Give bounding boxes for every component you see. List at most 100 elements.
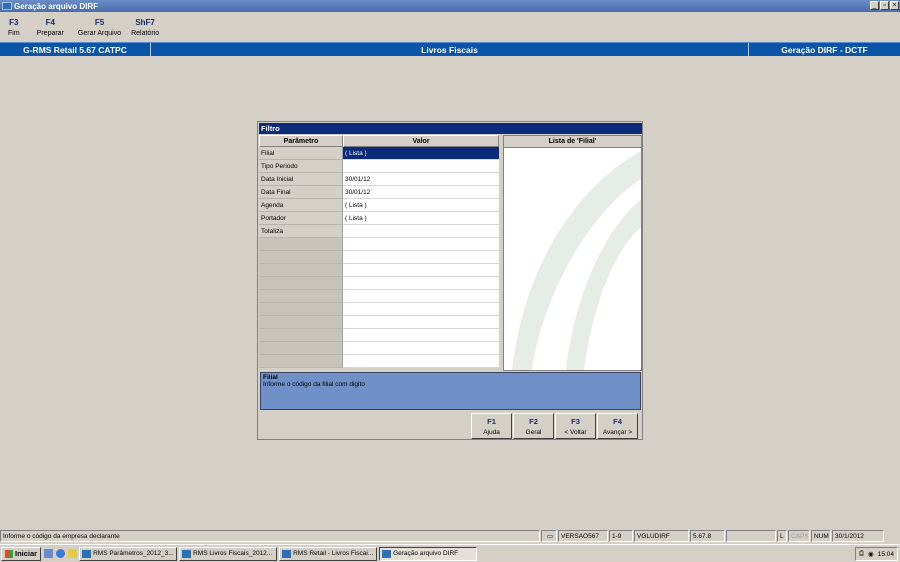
status-build: 5.67.8	[690, 530, 725, 542]
avancar-key: F4	[613, 416, 622, 426]
dialog-title: Filtro	[259, 123, 642, 134]
relatorio-key: ShF7	[135, 17, 155, 27]
value-cell[interactable]: ( Lista )	[343, 147, 499, 160]
table-row[interactable]	[259, 264, 499, 277]
printer-icon[interactable]: ⎙	[859, 550, 864, 558]
table-row[interactable]	[259, 316, 499, 329]
value-cell[interactable]: ( Lista )	[343, 212, 499, 225]
minimize-button[interactable]: _	[870, 1, 879, 10]
relatorio-label: Relatório	[131, 29, 160, 37]
param-cell: Tipo Periodo	[259, 160, 343, 173]
param-cell	[259, 290, 343, 303]
value-cell[interactable]	[343, 225, 499, 238]
param-cell	[259, 277, 343, 290]
value-cell[interactable]	[343, 238, 499, 251]
value-cell[interactable]	[343, 251, 499, 264]
window-titlebar: Geração arquivo DIRF _ ▫ ×	[0, 0, 900, 12]
quicklaunch-folder-icon[interactable]	[68, 549, 78, 558]
watermark-logo	[512, 151, 641, 370]
param-cell: Totaliza	[259, 225, 343, 238]
table-row[interactable]: Totaliza	[259, 225, 499, 238]
value-cell[interactable]	[343, 264, 499, 277]
gerar-arquivo-button[interactable]: F5 Gerar Arquivo	[73, 13, 126, 41]
fim-button[interactable]: F3 Fim	[0, 13, 28, 41]
param-cell	[259, 251, 343, 264]
table-row[interactable]	[259, 355, 499, 368]
table-row[interactable]: Data Final 30/01/12	[259, 186, 499, 199]
help-text: Informe o código da filial com digito	[263, 381, 365, 388]
task-rms-retail[interactable]: RMS Retail - Livros Fiscai...	[279, 546, 378, 561]
geral-label: Geral	[525, 428, 542, 436]
table-row[interactable]: Tipo Periodo	[259, 160, 499, 173]
table-row[interactable]	[259, 342, 499, 355]
value-cell[interactable]	[343, 290, 499, 303]
col-header-param: Parâmetro	[259, 135, 343, 147]
rms-app-icon	[282, 549, 292, 558]
ajuda-label: Ajuda	[483, 428, 500, 436]
table-row[interactable]	[259, 303, 499, 316]
preparar-button[interactable]: F4 Preparar	[28, 13, 73, 41]
taskbar: Iniciar RMS Parâmetros_2012_3... RMS Liv…	[0, 544, 900, 562]
list-title: Lista de 'Filial'	[504, 136, 641, 148]
avancar-button[interactable]: F4 Avançar >	[597, 413, 638, 439]
grid-header: Parâmetro Valor	[259, 135, 499, 147]
windows-logo-icon	[5, 549, 13, 558]
value-cell[interactable]	[343, 303, 499, 316]
param-cell: Data Final	[259, 186, 343, 199]
rms-app-icon	[82, 549, 92, 558]
filial-list-panel[interactable]: Lista de 'Filial'	[503, 135, 642, 371]
value-cell[interactable]	[343, 160, 499, 173]
value-cell[interactable]: 30/01/12	[343, 186, 499, 199]
geral-key: F2	[529, 416, 538, 426]
param-cell	[259, 264, 343, 277]
close-button[interactable]: ×	[890, 1, 899, 10]
value-cell[interactable]	[343, 316, 499, 329]
voltar-button[interactable]: F3 < Voltar	[555, 413, 596, 439]
value-cell[interactable]	[343, 329, 499, 342]
status-date: 30/1/2012	[832, 530, 884, 542]
table-row[interactable]	[259, 277, 499, 290]
value-cell[interactable]: 30/01/12	[343, 173, 499, 186]
status-l: L	[777, 530, 787, 542]
relatorio-button[interactable]: ShF7 Relatório	[126, 13, 164, 41]
status-user: VGLUDIRF	[634, 530, 689, 542]
rms-app-icon	[182, 549, 192, 558]
table-row[interactable]	[259, 238, 499, 251]
geral-button[interactable]: F2 Geral	[513, 413, 554, 439]
help-title: Filial	[263, 374, 278, 381]
quicklaunch-desktop-icon[interactable]	[44, 549, 54, 558]
window-title: Geração arquivo DIRF	[14, 1, 99, 11]
col-header-value: Valor	[343, 135, 499, 147]
quicklaunch-ie-icon[interactable]	[56, 549, 66, 558]
task-rms-parametros[interactable]: RMS Parâmetros_2012_3...	[79, 546, 178, 561]
task-label: Geração arquivo DIRF	[393, 550, 459, 557]
value-cell[interactable]	[343, 277, 499, 290]
value-cell[interactable]	[343, 342, 499, 355]
table-row[interactable]: Portador( Lista )	[259, 212, 499, 225]
table-row[interactable]: Filial( Lista )	[259, 147, 499, 160]
value-cell[interactable]: ( Lista )	[343, 199, 499, 212]
task-label: RMS Parâmetros_2012_3...	[93, 550, 174, 557]
task-geracao-dirf[interactable]: Geração arquivo DIRF	[379, 546, 478, 561]
dialog-buttons: F1 Ajuda F2 Geral F3 < Voltar F4 Avançar…	[471, 413, 638, 439]
screen-name-label: Geração DIRF - DCTF	[781, 44, 868, 55]
table-row[interactable]: Agenda( Lista )	[259, 199, 499, 212]
filter-dialog: Filtro Parâmetro Valor Filial( Lista ) Ti…	[257, 121, 643, 440]
table-row[interactable]	[259, 290, 499, 303]
param-cell: Agenda	[259, 199, 343, 212]
value-cell[interactable]	[343, 355, 499, 368]
param-cell	[259, 316, 343, 329]
table-row[interactable]: Data Inicial 30/01/12	[259, 173, 499, 186]
table-row[interactable]	[259, 329, 499, 342]
rms-app-icon	[382, 549, 392, 558]
fim-label: Fim	[8, 29, 20, 37]
parameter-grid: Parâmetro Valor Filial( Lista ) Tipo Peri…	[259, 135, 499, 368]
start-button[interactable]: Iniciar	[1, 546, 42, 561]
table-row[interactable]	[259, 251, 499, 264]
ajuda-button[interactable]: F1 Ajuda	[471, 413, 512, 439]
network-icon[interactable]: ◉	[868, 550, 874, 558]
fim-key: F3	[9, 17, 19, 27]
task-rms-livros-fiscais[interactable]: RMS Livros Fiscais_2012...	[179, 546, 278, 561]
preparar-key: F4	[45, 17, 55, 27]
restore-button[interactable]: ▫	[880, 1, 889, 10]
